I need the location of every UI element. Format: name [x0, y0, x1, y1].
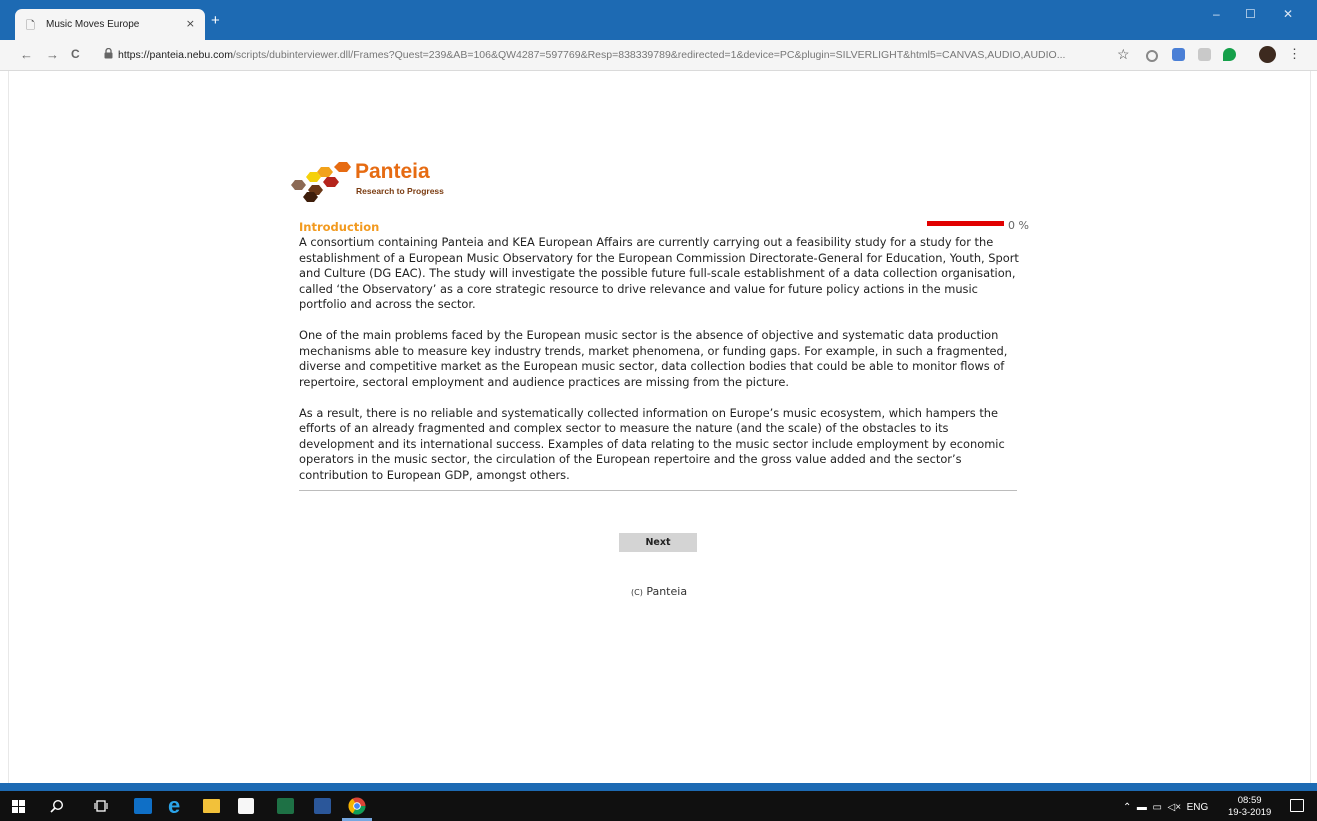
progress-bar-fill: [927, 221, 1004, 226]
tab-title: Music Moves Europe: [46, 19, 140, 30]
divider: [299, 490, 1017, 491]
copyright-symbol: (C): [631, 588, 643, 597]
logo-wordmark: Panteia: [355, 160, 430, 183]
progress-label: 0 %: [1008, 219, 1029, 232]
chrome-icon[interactable]: [348, 797, 366, 815]
browser-title-bar: 🗋 Music Moves Europe × + – ☐ ✕: [0, 0, 1317, 40]
copyright-name: Panteia: [646, 585, 688, 598]
taskbar-clock[interactable]: 08:59 19-3-2019: [1228, 795, 1271, 819]
url-path: /scripts/dubinterviewer.dll/Frames?Quest…: [233, 49, 1066, 61]
close-window-button[interactable]: ✕: [1283, 7, 1293, 21]
bookmark-star-icon[interactable]: ☆: [1117, 46, 1130, 63]
window-edge: [0, 18, 6, 40]
edge-icon[interactable]: e: [168, 793, 180, 819]
forward-button[interactable]: →: [46, 47, 59, 62]
lock-icon: [104, 48, 113, 59]
maximize-button[interactable]: ☐: [1245, 7, 1256, 21]
file-explorer-icon[interactable]: [203, 799, 220, 813]
notifications-icon[interactable]: [1290, 799, 1304, 812]
windows-taskbar: e ⌃ ▬ ▭ ◁× ENG 08:59 19-3-2019: [0, 791, 1317, 821]
menu-icon[interactable]: ⋮: [1288, 46, 1301, 62]
section-title: Introduction: [299, 220, 380, 234]
panteia-logo-icon: [291, 162, 351, 202]
outlook-icon[interactable]: [134, 798, 152, 814]
translate-extension-icon[interactable]: [1172, 48, 1185, 61]
pdf-extension-icon[interactable]: [1198, 48, 1211, 61]
extension-circle-icon[interactable]: [1146, 50, 1158, 62]
evernote-extension-icon[interactable]: [1223, 48, 1236, 61]
clock-date: 19-3-2019: [1228, 807, 1272, 818]
desktop-background-strip: [0, 783, 1317, 791]
intro-paragraph: One of the main problems faced by the Eu…: [299, 328, 1008, 389]
back-button[interactable]: ←: [20, 47, 33, 62]
progress-bar: [927, 221, 1004, 226]
search-icon[interactable]: [50, 799, 64, 813]
task-view-icon[interactable]: [94, 800, 108, 812]
url-host: https://panteia.nebu.com: [118, 49, 233, 61]
excel-icon[interactable]: [277, 798, 294, 814]
logo-tagline: Research to Progress: [356, 186, 444, 196]
next-button[interactable]: Next: [619, 533, 697, 552]
copyright: (C) Panteia: [631, 585, 687, 598]
url-input[interactable]: https://panteia.nebu.com/scripts/dubinte…: [100, 45, 1110, 65]
clock-time: 08:59: [1237, 795, 1262, 806]
browser-tab[interactable]: 🗋 Music Moves Europe ×: [15, 9, 205, 40]
url-text: https://panteia.nebu.com/scripts/dubinte…: [118, 49, 1065, 61]
new-tab-button[interactable]: +: [211, 12, 220, 29]
word-icon[interactable]: [314, 798, 331, 814]
intro-paragraph: As a result, there is no reliable and sy…: [299, 405, 1005, 482]
windows-start-icon[interactable]: [12, 800, 25, 813]
intro-paragraph: A consortium containing Panteia and KEA …: [299, 235, 1019, 311]
language-indicator[interactable]: ENG: [1187, 802, 1209, 813]
profile-avatar[interactable]: [1259, 46, 1276, 63]
intro-text: A consortium containing Panteia and KEA …: [299, 235, 1019, 499]
reload-button[interactable]: C: [71, 47, 80, 61]
page-icon: 🗋: [26, 19, 35, 32]
address-bar: ← → C https://panteia.nebu.com/scripts/d…: [0, 40, 1317, 71]
system-tray[interactable]: ⌃ ▬ ▭ ◁× ENG: [1123, 802, 1208, 813]
store-icon[interactable]: [238, 798, 254, 814]
tab-close-button[interactable]: ×: [186, 17, 195, 30]
minimize-button[interactable]: –: [1213, 7, 1220, 21]
